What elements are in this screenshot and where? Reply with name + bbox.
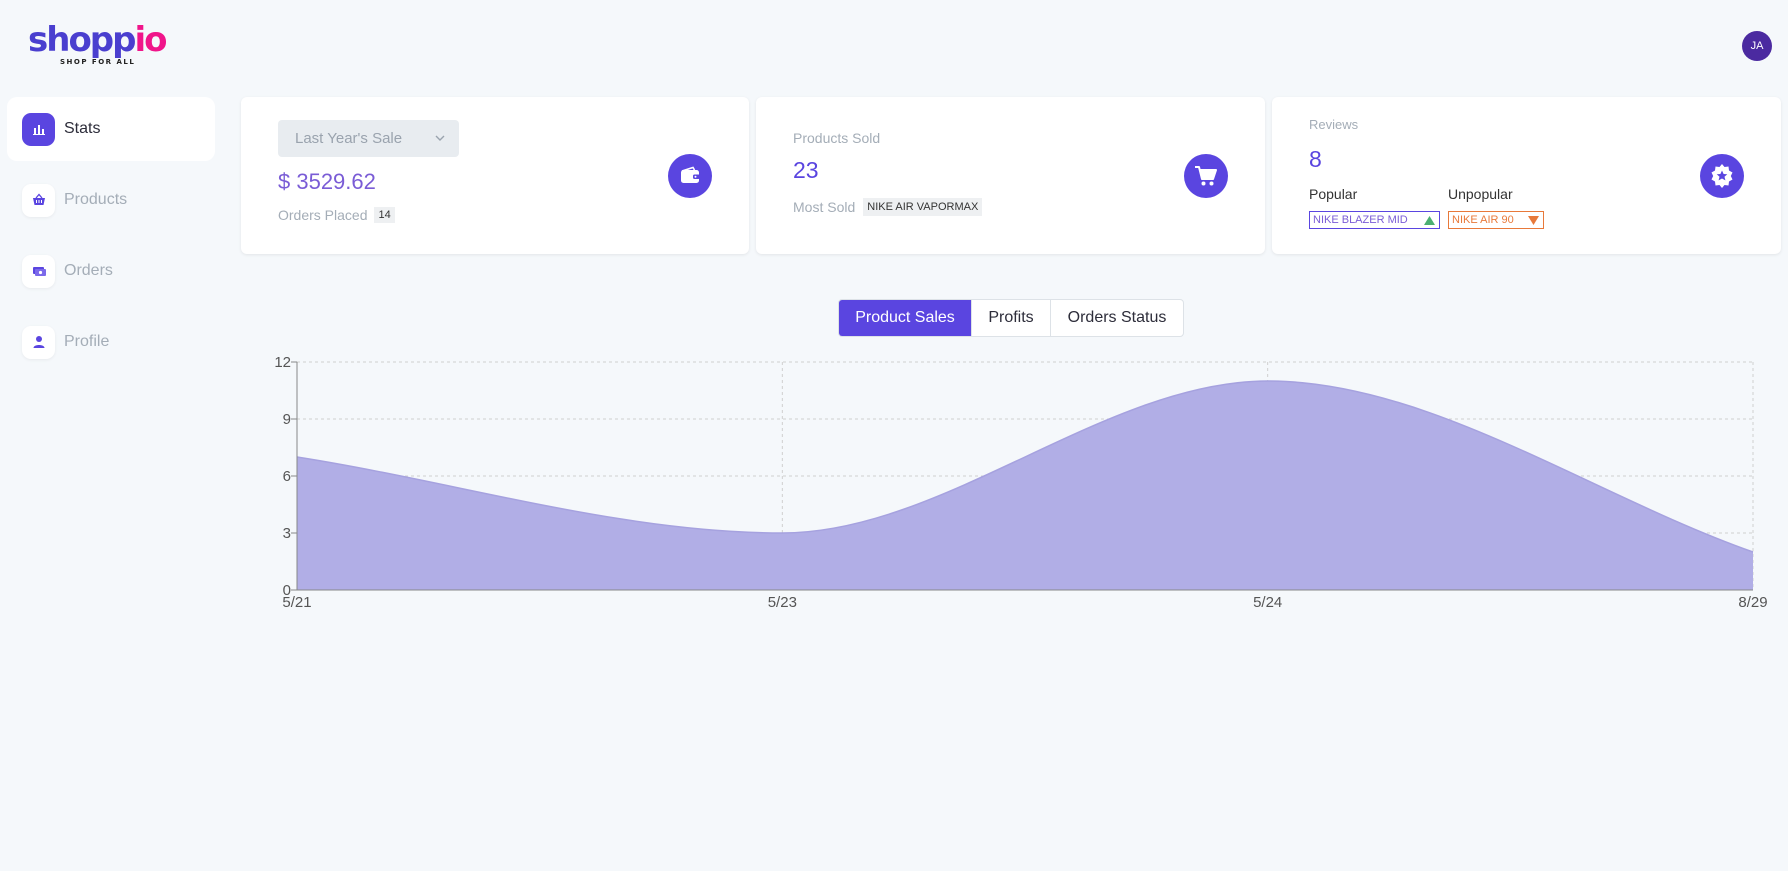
tab-orders-status[interactable]: Orders Status: [1050, 300, 1183, 336]
logo-text-part2: io: [134, 20, 167, 60]
most-sold: Most Sold NIKE AIR VAPORMAX: [793, 198, 983, 216]
popular-product-name: NIKE BLAZER MID: [1313, 214, 1408, 226]
triangle-down-icon: [1528, 216, 1539, 225]
money-icon: [22, 254, 55, 288]
chart-tabs: Product Sales Profits Orders Status: [838, 299, 1184, 337]
triangle-up-icon: [1424, 216, 1435, 225]
basket-icon: [22, 183, 55, 217]
x-tick-label: 8/29: [1738, 594, 1767, 611]
y-tick-label: 9: [283, 411, 291, 428]
cart-icon: [1184, 154, 1228, 198]
products-sold-title: Products Sold: [793, 130, 881, 146]
bar-chart-icon: [22, 112, 55, 146]
sidebar-item-orders[interactable]: Orders: [7, 239, 215, 303]
user-icon: [22, 325, 55, 359]
sales-card: Last Year's Sale $ 3529.62 Orders Placed…: [241, 97, 749, 254]
unpopular-label: Unpopular: [1448, 186, 1513, 202]
unpopular-product-tag: NIKE AIR 90: [1448, 211, 1544, 229]
period-select[interactable]: Last Year's Sale: [278, 120, 459, 157]
shoppio-logo[interactable]: shoppio SHOP FOR ALL: [28, 20, 168, 72]
most-sold-label: Most Sold: [793, 199, 856, 215]
chevron-down-icon: [435, 135, 445, 141]
star-badge-icon: [1700, 154, 1744, 198]
unpopular-product-name: NIKE AIR 90: [1452, 214, 1514, 226]
most-sold-product-tag: NIKE AIR VAPORMAX: [863, 198, 983, 216]
sidebar-item-label: Orders: [64, 262, 113, 279]
y-tick-label: 3: [283, 525, 291, 542]
sidebar-nav: Stats Products Orders Profile: [7, 97, 215, 381]
logo-text-part1: shopp: [28, 20, 136, 60]
period-select-value: Last Year's Sale: [295, 130, 403, 147]
tab-profits[interactable]: Profits: [971, 300, 1050, 336]
x-tick-label: 5/21: [282, 594, 311, 611]
y-tick-label: 6: [283, 468, 291, 485]
logo-wordmark: shoppio: [28, 20, 168, 60]
reviews-card: Reviews 8 Popular Unpopular NIKE BLAZER …: [1272, 97, 1781, 254]
reviews-title: Reviews: [1309, 117, 1359, 132]
product-sales-chart: 0369125/21 5/23 5/24 8/29: [274, 355, 1767, 611]
wallet-icon: [668, 154, 712, 198]
sidebar-item-label: Products: [64, 191, 128, 208]
sidebar-item-products[interactable]: Products: [7, 168, 215, 232]
products-sold-card: Products Sold 23 Most Sold NIKE AIR VAPO…: [756, 97, 1265, 254]
orders-count-badge: 14: [374, 207, 395, 223]
orders-placed-label: Orders Placed: [278, 207, 368, 223]
sidebar-item-label: Profile: [64, 333, 110, 350]
orders-placed: Orders Placed 14: [278, 207, 395, 223]
user-avatar[interactable]: JA: [1742, 31, 1772, 61]
sidebar-item-label: Stats: [64, 120, 101, 137]
popular-product-tag: NIKE BLAZER MID: [1309, 211, 1440, 229]
popular-label: Popular: [1309, 186, 1358, 202]
tab-product-sales[interactable]: Product Sales: [839, 300, 971, 336]
x-tick-label: 5/24: [1253, 594, 1282, 611]
sidebar-item-profile[interactable]: Profile: [7, 310, 215, 374]
x-tick-label: 5/23: [768, 594, 797, 611]
reviews-value: 8: [1309, 146, 1322, 172]
y-tick-label: 12: [274, 355, 291, 371]
products-sold-value: 23: [793, 157, 819, 183]
sales-area: [297, 381, 1753, 590]
sidebar-item-stats[interactable]: Stats: [7, 97, 215, 161]
sales-amount: $ 3529.62: [278, 169, 376, 194]
